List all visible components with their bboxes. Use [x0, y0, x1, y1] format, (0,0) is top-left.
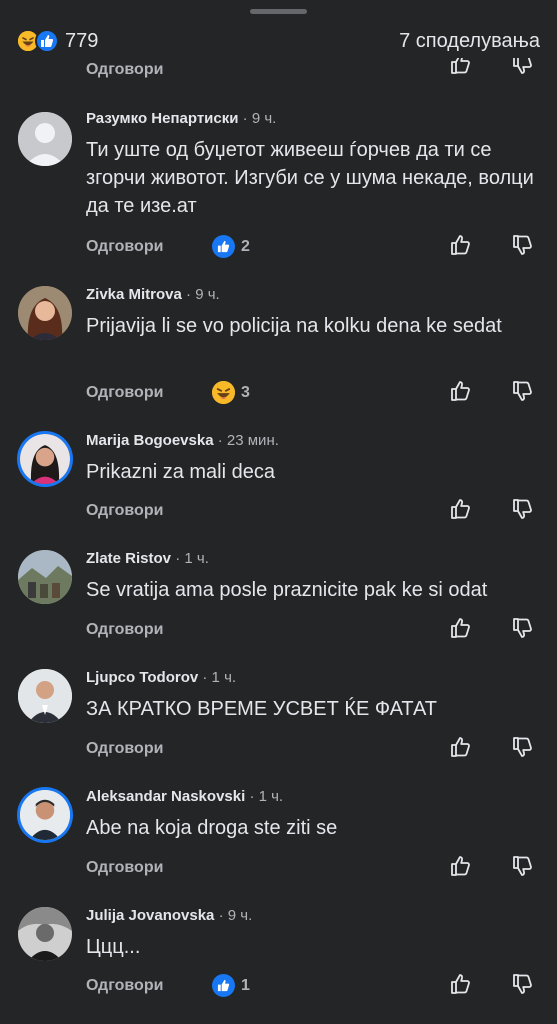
thumbs-up-icon[interactable]	[449, 854, 473, 878]
comment-item: Julija Jovanovska · 9 ч. Ццц... Одговори…	[0, 905, 557, 1015]
comment-item: Ljupco Todorov · 1 ч. ЗА КРАТКО ВРЕМЕ УС…	[0, 667, 557, 767]
comment-time[interactable]: · 23 мин.	[218, 432, 279, 449]
comment-time[interactable]: · 9 ч.	[219, 907, 253, 924]
comment-author[interactable]: Zlate Ristov	[86, 550, 171, 567]
comment-actions: Одговори	[0, 615, 557, 645]
comment-item: Zlate Ristov · 1 ч. Se vratija ama posle…	[0, 548, 557, 648]
reactions-summary-bar: 779 7 споделувања	[0, 26, 557, 58]
thumbs-down-icon[interactable]	[511, 854, 535, 878]
comment-author[interactable]: Julija Jovanovska	[86, 907, 214, 924]
comment-item: Zivka Mitrova · 9 ч. Prijavija li se vo …	[0, 284, 557, 414]
comment-text: Prijavija li se vo policija na kolku den…	[86, 315, 502, 337]
comment-actions: Одговори	[0, 496, 557, 526]
thumbs-down-icon[interactable]	[511, 497, 535, 521]
avatar[interactable]	[18, 669, 72, 723]
comment-actions: Одговори 2	[0, 232, 557, 262]
comment-time[interactable]: · 1 ч.	[249, 788, 283, 805]
comment-text: Se vratija ama posle praznicite pak ke s…	[86, 579, 488, 601]
thumbs-down-icon[interactable]	[511, 58, 535, 76]
comment-actions: Одговори	[0, 734, 557, 764]
comment-time[interactable]: · 9 ч.	[243, 110, 277, 127]
thumbs-up-icon[interactable]	[449, 735, 473, 759]
avatar[interactable]	[20, 790, 70, 840]
reply-button[interactable]: Одговори	[86, 502, 163, 520]
reactions-summary[interactable]: 779	[16, 29, 98, 53]
comment-actions: Одговори 1	[0, 971, 557, 1001]
comment-time[interactable]: · 1 ч.	[202, 669, 236, 686]
reaction-count: 1	[241, 976, 250, 994]
comment-author[interactable]: Разумко Непартиски	[86, 110, 238, 127]
reply-button[interactable]: Одговори	[86, 61, 163, 79]
reply-button[interactable]: Одговори	[86, 384, 163, 402]
reaction-count: 3	[241, 383, 250, 401]
comment-item: Aleksandar Naskovski · 1 ч. Abe na koja …	[0, 786, 557, 886]
comment-author[interactable]: Marija Bogoevska	[86, 432, 214, 449]
like-reaction-icon	[212, 235, 235, 258]
thumbs-up-icon[interactable]	[449, 497, 473, 521]
drag-handle[interactable]	[250, 9, 307, 14]
thumbs-down-icon[interactable]	[511, 379, 535, 403]
reply-button[interactable]: Одговори	[86, 859, 163, 877]
comment-author[interactable]: Zivka Mitrova	[86, 286, 182, 303]
reply-button[interactable]: Одговори	[86, 740, 163, 758]
comment-time[interactable]: · 9 ч.	[186, 286, 220, 303]
avatar[interactable]	[18, 550, 72, 604]
reaction-count: 2	[241, 237, 250, 255]
comment-actions-previous: Одговори	[0, 58, 557, 84]
comment-author[interactable]: Aleksandar Naskovski	[86, 788, 245, 805]
thumbs-down-icon[interactable]	[511, 616, 535, 640]
reaction-count: 779	[65, 29, 99, 52]
comment-reactions[interactable]: 2	[212, 235, 250, 258]
reply-button[interactable]: Одговори	[86, 238, 163, 256]
shares-count[interactable]: 7 споделувања	[399, 30, 540, 53]
avatar[interactable]	[18, 286, 72, 340]
avatar[interactable]	[18, 112, 72, 166]
comment-text: Ццц...	[86, 936, 141, 958]
avatar[interactable]	[20, 434, 70, 484]
thumbs-up-icon[interactable]	[449, 58, 473, 76]
comment-item: Marija Bogoevska · 23 мин. Prikazni za m…	[0, 430, 557, 530]
thumbs-up-icon[interactable]	[449, 972, 473, 996]
comment-author[interactable]: Ljupco Todorov	[86, 669, 198, 686]
comment-actions: Одговори 3	[0, 378, 557, 408]
comment-text: Ти уште од буџетот живееш ѓорчев да ти с…	[86, 139, 534, 217]
comment-actions: Одговори	[0, 853, 557, 883]
comment-text: Abe na koja droga ste ziti se	[86, 817, 338, 839]
like-reaction-icon	[212, 974, 235, 997]
thumbs-up-icon[interactable]	[449, 233, 473, 257]
reply-button[interactable]: Одговори	[86, 621, 163, 639]
comment-item: Разумко Непартиски · 9 ч. Ти уште од буџ…	[0, 108, 557, 268]
thumbs-up-icon[interactable]	[449, 379, 473, 403]
comment-time[interactable]: · 1 ч.	[175, 550, 209, 567]
thumbs-down-icon[interactable]	[511, 735, 535, 759]
thumbs-down-icon[interactable]	[511, 233, 535, 257]
reply-button[interactable]: Одговори	[86, 977, 163, 995]
comment-reactions[interactable]: 1	[212, 974, 250, 997]
like-reaction-icon	[35, 29, 59, 53]
avatar[interactable]	[18, 907, 72, 961]
comment-text: Prikazni za mali deca	[86, 461, 275, 483]
comment-text: ЗА КРАТКО ВРЕМЕ УСВЕТ ЌЕ ФАТАТ	[86, 698, 437, 720]
haha-emoji-icon	[212, 381, 235, 404]
thumbs-down-icon[interactable]	[511, 972, 535, 996]
comment-reactions[interactable]: 3	[212, 381, 250, 404]
thumbs-up-icon[interactable]	[449, 616, 473, 640]
